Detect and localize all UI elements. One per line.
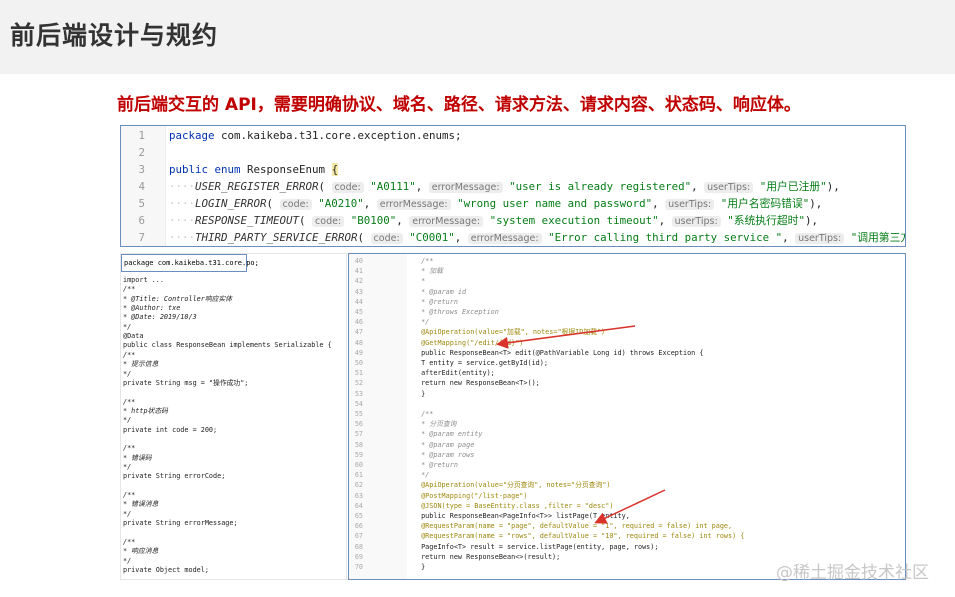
code-line: * @Date: 2019/10/3 [123, 313, 197, 322]
code-line: * 响应消息 [123, 547, 159, 556]
code-line-3: 3 public enum ResponseEnum { [138, 163, 339, 176]
code-line: @Data [123, 332, 144, 341]
enum-entry-row: 6 ····RESPONSE_TIMEOUT( code: "B0100", er… [138, 214, 818, 227]
package-line: package com.kaikeba.t31.core.po; [121, 254, 259, 272]
code-line: import ... [123, 276, 164, 284]
code-line: * http状态码 [123, 406, 168, 415]
code-line: */ [123, 556, 132, 565]
code-line: * @Title: Controller响应实体 [123, 294, 233, 303]
code-line: */ [123, 416, 132, 425]
arrow-to-request-param [594, 489, 666, 524]
code-line: /** [123, 350, 136, 359]
enum-entry-row: 4 ····USER_REGISTER_ERROR( code: "A0111",… [138, 180, 840, 193]
watermark: @稀土掘金技术社区 [776, 563, 929, 583]
controller-code-panel: 40 /** 41 * 加载 42 * 43 * @param id 44 * @ret… [348, 253, 906, 580]
code-line: /** [123, 537, 136, 546]
code-line: /** [123, 285, 136, 294]
code-line: /** [123, 491, 136, 500]
annotation-arrows [496, 325, 666, 524]
response-bean-code-panel: package com.kaikeba.t31.core.po; import … [120, 253, 347, 580]
slide-subtitle: 前后端交互的 API，需要明确协议、域名、路径、请求方法、请求内容、状态码、响应… [117, 95, 801, 115]
code-line: private String errorMessage; [123, 519, 238, 528]
code-line: private String msg = "操作成功"; [123, 378, 249, 387]
code-line: * 错误消息 [123, 500, 159, 509]
code-line-2: 2 [138, 146, 145, 159]
enum-entry-row: 5 ····LOGIN_ERROR( code: "A0210", errorMe… [138, 197, 823, 210]
response-enum-code-panel: 1 package com.kaikeba.t31.core.exception.… [120, 125, 906, 247]
code-line-1: 1 package com.kaikeba.t31.core.exception.… [138, 129, 462, 142]
enum-entry-row: 7 ····THIRD_PARTY_SERVICE_ERROR( code: "C… [138, 231, 905, 244]
code-line: private String errorCode; [123, 472, 226, 481]
code-line: /** [123, 444, 136, 453]
code-line: private Object model; [123, 565, 209, 574]
code-line: * 提示信息 [123, 360, 159, 369]
code-line: */ [123, 369, 132, 378]
code-line: * @Author: txe [123, 304, 181, 313]
code-line: */ [123, 509, 132, 518]
enum-name: ResponseEnum [247, 163, 326, 176]
slide-title: 前后端设计与规约 [10, 21, 219, 50]
code-line: private int code = 200; [123, 425, 218, 434]
code-line: * 错误码 [123, 453, 152, 462]
slide-header: 前后端设计与规约 [0, 0, 955, 74]
code-line: */ [123, 322, 132, 331]
code-line: public class ResponseBean implements Ser… [123, 341, 332, 350]
package-name: com.kaikeba.t31.core.exception.enums; [221, 129, 462, 142]
package-keyword: package [169, 129, 215, 142]
code-line: /** [123, 397, 136, 406]
code-line: */ [123, 463, 132, 471]
arrow-to-get-mapping [496, 325, 636, 349]
